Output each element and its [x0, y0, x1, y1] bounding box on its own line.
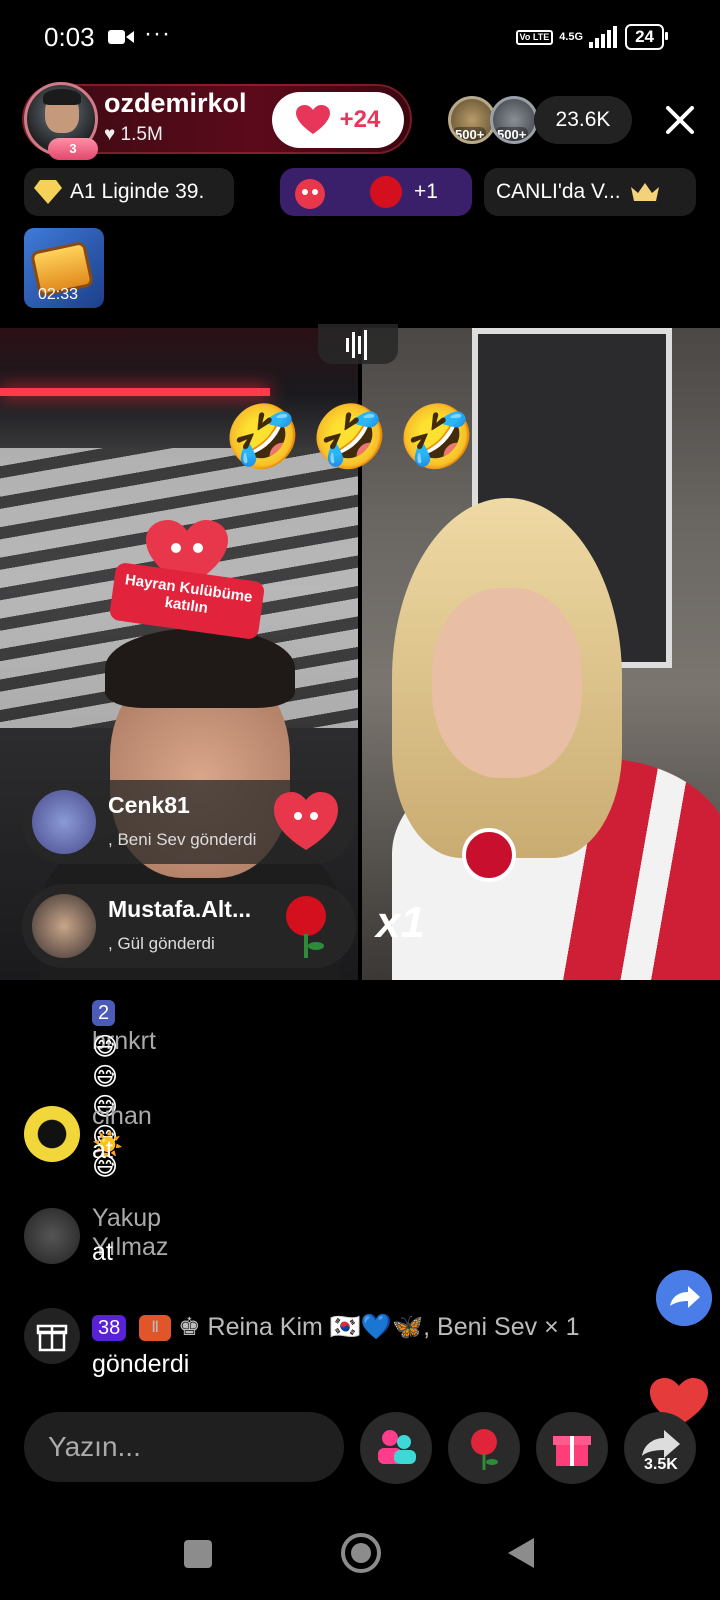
league-pill[interactable]: A1 Liginde 39. [24, 168, 234, 216]
share-arrow-icon[interactable] [656, 1270, 712, 1326]
gift-multiplier: x1 [376, 898, 425, 947]
status-time: 0:03 [44, 22, 95, 52]
chat-input[interactable]: Yazın... [24, 1412, 344, 1482]
chat-text: at [92, 1136, 113, 1164]
chat-avatar[interactable] [24, 1106, 80, 1162]
chat-avatar[interactable] [24, 1208, 80, 1264]
sender-avatar[interactable] [32, 790, 96, 854]
more-dots-icon: ··· [144, 20, 171, 47]
rose-goal-icon [370, 176, 402, 208]
chat-text: at [92, 1238, 113, 1266]
heart-gift-icon [295, 179, 325, 209]
gift-notification: Mustafa.Alt... , Gül gönderdi [22, 884, 356, 968]
home-button[interactable] [340, 1532, 382, 1574]
sender-avatar[interactable] [32, 894, 96, 958]
video-camera-icon [108, 30, 134, 44]
gift-button[interactable] [536, 1412, 608, 1484]
viewer-count[interactable]: 23.6K [534, 96, 632, 144]
close-icon[interactable] [660, 100, 700, 140]
sender-name: Mustafa.Alt... [108, 896, 252, 922]
gift-chat-count: × 1 [544, 1313, 580, 1341]
canli-pill[interactable]: CANLI'da V... [484, 168, 696, 216]
network-type: 4.5G [559, 30, 584, 43]
rose-gift-button[interactable] [448, 1412, 520, 1484]
gem-level-badge: 38 [92, 1315, 127, 1342]
heart-gift-icon [274, 792, 338, 850]
rose-icon [471, 1429, 498, 1470]
rolling-laughing-emoji: 🤣 [224, 403, 302, 472]
audio-wave-icon [346, 330, 367, 360]
gift-box-icon [36, 1324, 68, 1352]
rolling-laughing-emoji: 🤣 [398, 403, 476, 472]
host-rank-badge: 3 [48, 138, 98, 160]
status-icons: Vo LTE 4.5G 24 [515, 24, 668, 50]
gift-goal-count: +1 [414, 180, 438, 203]
rolling-laughing-emoji: 🤣 [311, 403, 389, 472]
gift-goal-pill[interactable]: +1 [280, 168, 472, 216]
volte-indicator: Vo LTE [515, 29, 554, 45]
event-timer: 02:33 [38, 286, 79, 303]
canli-text: CANLI'da V... [496, 180, 621, 203]
viewer-badge: 500+ [453, 127, 487, 142]
gift-icon [553, 1436, 591, 1466]
battery-icon: 24 [625, 24, 668, 50]
like-count: +24 [339, 106, 381, 133]
gift-chat-avatar[interactable] [24, 1308, 80, 1364]
diamond-icon [34, 180, 62, 204]
club-crest [462, 828, 516, 882]
viewer-badge: 500+ [495, 127, 529, 142]
signal-icon [589, 26, 618, 48]
top-viewer-avatar[interactable]: 500+ [490, 96, 538, 144]
fan-club-text: Hayran Kulübüme katılın [108, 561, 266, 641]
rose-icon [286, 896, 326, 958]
gift-chat-message[interactable]: 38 Ⅱ ♚ Reina Kim 🇰🇷💙🦋, Beni Sev × 1 [92, 1312, 580, 1342]
level-badge: 2 [92, 1000, 116, 1027]
back-button[interactable] [506, 1536, 536, 1570]
share-count: 3.5K [644, 1456, 678, 1473]
guests-button[interactable] [360, 1412, 432, 1484]
fan-level-icon: Ⅱ [139, 1315, 172, 1342]
top-viewer-avatar[interactable]: 500+ [448, 96, 496, 144]
gift-notification: Cenk81 , Beni Sev gönderdi [22, 780, 356, 864]
host-name[interactable]: ozdemirkol [104, 88, 247, 119]
event-thumbnail[interactable]: 02:33 [24, 228, 104, 308]
gift-description: , Beni Sev gönderdi [108, 830, 257, 849]
reaction-emojis: 🤣 🤣 🤣 [224, 400, 476, 476]
crown-icon [630, 183, 659, 201]
audio-indicator [318, 324, 398, 364]
league-text: A1 Liginde 39. [70, 180, 205, 203]
gift-description: , Gül gönderdi [108, 934, 215, 953]
like-button[interactable]: +24 [272, 92, 404, 148]
gift-chat-line2: gönderdi [92, 1350, 190, 1378]
recents-button[interactable] [184, 1540, 212, 1568]
fan-club-badge[interactable]: Hayran Kulübüme katılın [108, 500, 266, 650]
people-icon [378, 1430, 416, 1464]
sender-name: Cenk81 [108, 792, 190, 818]
host-likes: ♥ 1.5M [104, 124, 163, 145]
gift-chat-line: ♚ Reina Kim 🇰🇷💙🦋, Beni Sev [178, 1313, 538, 1341]
heart-icon [295, 105, 330, 134]
